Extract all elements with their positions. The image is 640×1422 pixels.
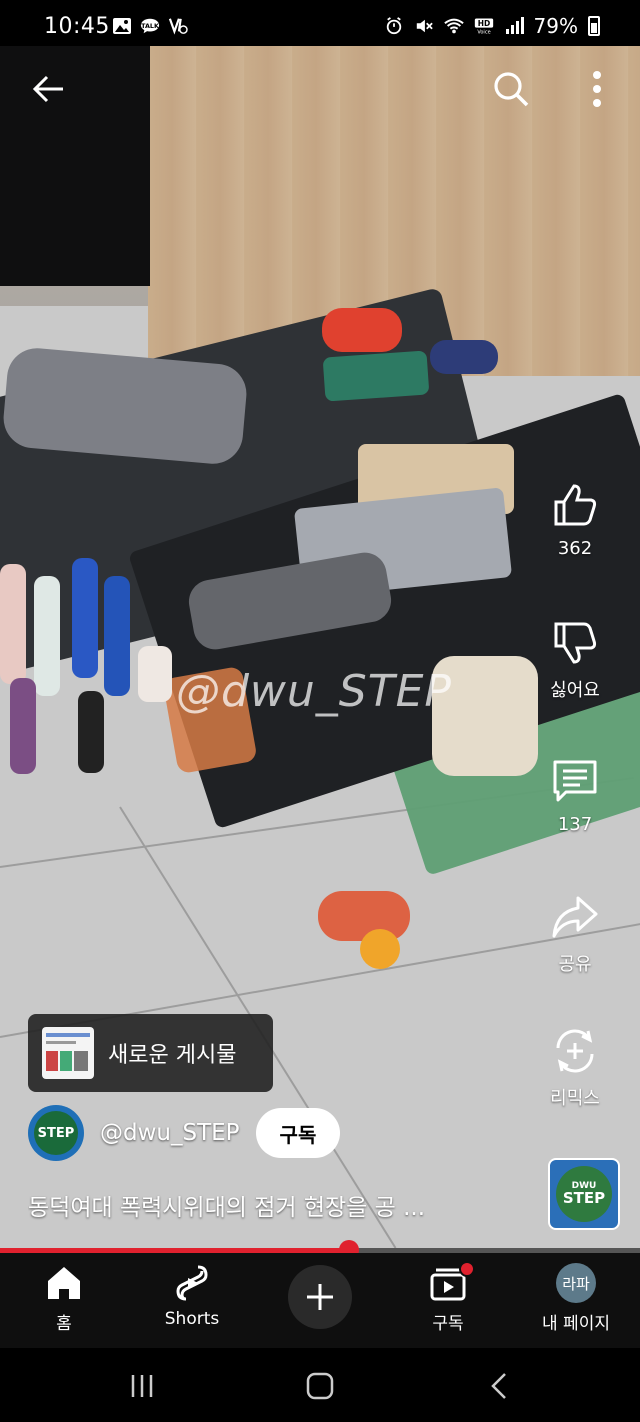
create-button[interactable] <box>288 1265 352 1329</box>
video-wall-dark <box>0 46 150 286</box>
bottle <box>34 576 60 696</box>
nav-subscriptions[interactable]: 구독 <box>388 1261 508 1334</box>
video-title[interactable]: 동덕여대 폭력시위대의 점거 현장을 공 ... <box>28 1188 508 1222</box>
profile-avatar: 라파 <box>556 1263 596 1303</box>
channel-name[interactable]: @dwu_STEP <box>100 1120 240 1146</box>
remix-button[interactable]: 리믹스 <box>528 1026 622 1110</box>
nav-profile[interactable]: 라파 내 페이지 <box>516 1263 636 1334</box>
mute-icon <box>416 19 433 33</box>
orange-bag <box>318 891 410 941</box>
svg-text:HD: HD <box>477 19 490 28</box>
alarm-icon <box>386 17 401 35</box>
cup <box>138 646 172 702</box>
plus-icon <box>307 1284 333 1310</box>
svg-text:TALK: TALK <box>141 23 160 30</box>
bottle <box>104 576 130 696</box>
new-post-chip[interactable]: 새로운 게시물 <box>28 1014 273 1092</box>
home-square-icon <box>306 1372 334 1400</box>
system-nav-bar <box>0 1348 640 1422</box>
new-post-label: 새로운 게시물 <box>108 1043 237 1068</box>
search-button[interactable] <box>490 68 532 110</box>
status-left-icons: TALK <box>112 17 188 35</box>
bottle <box>78 691 104 773</box>
talk-icon: TALK <box>140 18 160 34</box>
comments-button[interactable]: 137 <box>528 756 622 835</box>
channel-avatar-text: STEP <box>34 1111 78 1155</box>
dislike-button[interactable]: 싫어요 <box>528 618 622 702</box>
remix-label: 리믹스 <box>550 1088 600 1109</box>
search-icon <box>494 72 529 107</box>
hd-voice-icon: HD Voice <box>474 18 493 36</box>
status-time: 10:45 <box>44 14 110 39</box>
dislike-label: 싫어요 <box>550 680 600 701</box>
comment-icon <box>553 760 597 802</box>
notification-dot <box>459 1261 475 1277</box>
nav-home[interactable]: 홈 <box>4 1263 124 1334</box>
video-watermark: @dwu_STEP <box>176 666 452 717</box>
subscribe-button[interactable]: 구독 <box>255 1108 341 1158</box>
chevron-left-icon <box>491 1373 506 1399</box>
bottle <box>10 678 36 774</box>
sound-thumbnail-logo: DWU STEP <box>556 1166 612 1222</box>
share-label: 공유 <box>558 954 592 975</box>
more-vertical-icon <box>593 71 601 107</box>
new-post-thumbnail <box>42 1027 94 1079</box>
channel-avatar[interactable]: STEP <box>28 1105 84 1161</box>
sound-thumbnail[interactable]: DWU STEP <box>548 1158 620 1230</box>
arrow-left-icon <box>32 75 63 103</box>
channel-row: STEP @dwu_STEP 구독 <box>28 1105 341 1161</box>
back-button[interactable] <box>28 68 70 110</box>
thumbs-up-icon <box>554 484 597 526</box>
nav-profile-label: 내 페이지 <box>542 1314 610 1334</box>
green-mat <box>322 350 430 402</box>
shorts-icon <box>176 1265 208 1301</box>
remix-icon <box>556 1029 594 1073</box>
share-icon <box>552 896 598 938</box>
bottle <box>72 558 98 678</box>
recents-icon <box>131 1375 153 1397</box>
thumbs-down-icon <box>554 622 597 664</box>
wifi-icon <box>443 18 464 34</box>
share-button[interactable]: 공유 <box>528 892 622 976</box>
battery-icon <box>588 16 600 36</box>
vpn-icon <box>168 18 188 35</box>
svg-text:Voice: Voice <box>477 30 490 36</box>
signal-icon <box>505 17 524 34</box>
comment-count: 137 <box>557 814 593 835</box>
nav-home-label: 홈 <box>56 1314 72 1334</box>
orange <box>360 929 400 969</box>
nav-shorts-label: Shorts <box>164 1309 220 1329</box>
status-right: HD Voice 79% <box>384 14 600 38</box>
like-count: 362 <box>557 538 593 559</box>
home-icon <box>48 1267 80 1299</box>
more-button[interactable] <box>576 68 618 110</box>
status-bar: 10:45 TALK HD Voice 79% <box>0 0 640 46</box>
battery-percent: 79% <box>533 14 578 38</box>
blue-roll <box>430 340 498 374</box>
home-system-button[interactable] <box>300 1366 340 1406</box>
bottom-nav: 홈 Shorts 구독 라파 내 페이지 <box>0 1253 640 1348</box>
gallery-icon <box>113 18 131 34</box>
back-system-button[interactable] <box>480 1366 520 1406</box>
sound-thumb-line2: STEP <box>562 1189 606 1207</box>
nav-subscriptions-label: 구독 <box>432 1314 464 1334</box>
recents-button[interactable] <box>122 1366 162 1406</box>
like-button[interactable]: 362 <box>528 480 622 559</box>
red-cushion <box>322 308 402 352</box>
blanket <box>1 345 249 467</box>
bottle <box>0 564 26 684</box>
nav-shorts[interactable]: Shorts <box>132 1263 252 1329</box>
